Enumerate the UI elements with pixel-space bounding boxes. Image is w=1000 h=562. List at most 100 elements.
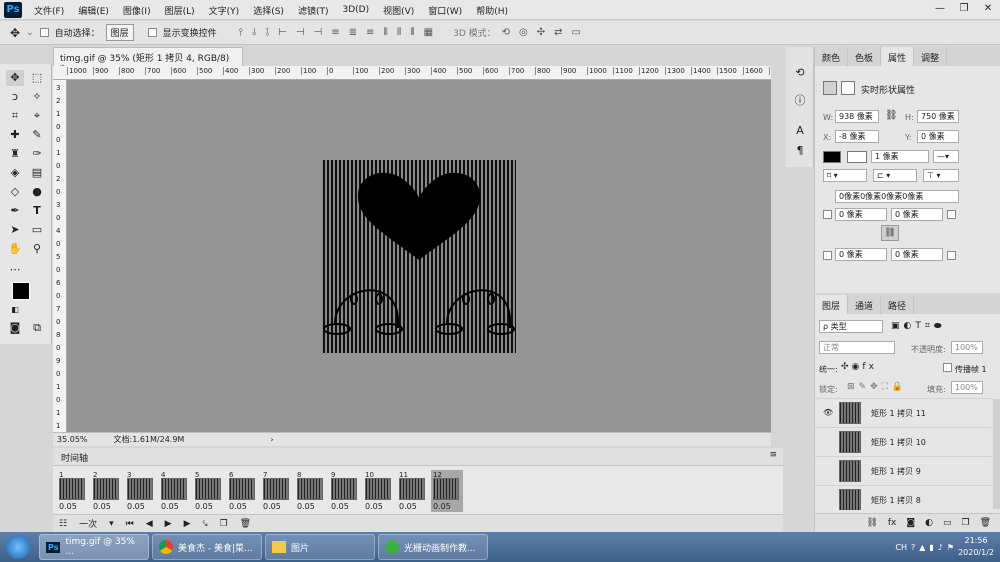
timeline-frame[interactable]: 9 0.05 <box>329 470 361 512</box>
align-edges-select[interactable]: ⌑ ▾ <box>823 169 867 182</box>
history-panel-icon[interactable]: ⟲ <box>791 65 809 81</box>
first-frame-icon[interactable]: ⏮ <box>126 519 134 529</box>
properties-tab[interactable]: 属性 <box>881 47 915 66</box>
frame-duration[interactable]: 0.05 <box>399 502 417 511</box>
next-frame-icon[interactable]: ▶ <box>184 519 191 529</box>
type-tool-icon[interactable]: T <box>28 203 46 219</box>
eye-hidden-icon[interactable] <box>823 437 833 447</box>
menu-item[interactable]: 图层(L) <box>165 4 195 17</box>
adjustment-layer-icon[interactable]: ◐ <box>925 518 933 528</box>
timeline-frame[interactable]: 5 0.05 <box>193 470 225 512</box>
eye-icon[interactable]: 👁 <box>823 408 833 418</box>
menu-item[interactable]: 图像(I) <box>123 4 151 17</box>
menu-item[interactable]: 文字(Y) <box>209 4 240 17</box>
frame-duration[interactable]: 0.05 <box>195 502 213 511</box>
path-select-icon[interactable]: ➤ <box>6 222 24 238</box>
menu-item[interactable]: 滤镜(T) <box>298 4 329 17</box>
new-layer-icon[interactable]: ❐ <box>961 518 969 528</box>
clone-stamp-icon[interactable]: ♜ <box>6 146 24 162</box>
gradient-tool-icon[interactable]: ▤ <box>28 165 46 181</box>
blend-mode-select[interactable]: 正常 <box>819 341 895 354</box>
prev-frame-icon[interactable]: ◀ <box>146 519 153 529</box>
menu-item[interactable]: 帮助(H) <box>476 4 508 17</box>
eye-hidden-icon[interactable] <box>823 495 833 505</box>
frame-duration[interactable]: 0.05 <box>161 502 179 511</box>
stroke-color-swatch[interactable] <box>847 151 867 163</box>
properties-tab[interactable]: 颜色 <box>815 47 849 66</box>
timeline-frame[interactable]: 10 0.05 <box>363 470 395 512</box>
minimize-button[interactable]: — <box>928 0 952 18</box>
frame-duration[interactable]: 0.05 <box>297 502 315 511</box>
duplicate-frame-icon[interactable]: ❐ <box>220 519 228 529</box>
foreground-color-swatch[interactable] <box>12 282 30 300</box>
unify-icons[interactable]: ✣◉fx <box>841 362 877 372</box>
move-tool-icon[interactable]: ✥ <box>10 26 20 40</box>
timeline-frame[interactable]: 4 0.05 <box>159 470 191 512</box>
document-tab[interactable]: timg.gif @ 35% (矩形 1 拷贝 4, RGB/8) * × <box>53 47 243 74</box>
new-group-icon[interactable]: ▭ <box>943 518 952 528</box>
frame-duration[interactable]: 0.05 <box>365 502 383 511</box>
marquee-tool-icon[interactable]: ⬚ <box>28 70 46 86</box>
network-icon[interactable]: ▮ <box>929 543 933 552</box>
info-panel-icon[interactable]: ⓘ <box>791 93 809 109</box>
timeline-title[interactable]: 时间轴 <box>61 454 88 464</box>
fx-icon[interactable]: fx <box>888 518 897 528</box>
menu-item[interactable]: 窗口(W) <box>428 4 462 17</box>
layers-scrollbar[interactable] <box>993 399 1000 509</box>
show-transform-checkbox[interactable] <box>147 28 157 37</box>
loop-dropdown-icon[interactable]: ▾ <box>109 519 114 529</box>
layer-row[interactable]: 矩形 1 拷贝 10 <box>815 427 991 455</box>
brush-tool-icon[interactable]: ✎ <box>28 127 46 143</box>
timeline-frame[interactable]: 8 0.05 <box>295 470 327 512</box>
start-button[interactable] <box>0 532 36 562</box>
move-tool-icon[interactable]: ✥ <box>6 70 24 86</box>
volume-icon[interactable]: ♪ <box>938 543 943 552</box>
fill-field[interactable]: 100% <box>951 381 983 394</box>
taskbar-photoshop[interactable]: Ps timg.gif @ 35% ... <box>39 534 149 560</box>
lang-indicator[interactable]: CH <box>895 543 907 552</box>
corner-tl-field[interactable]: 0 像素 <box>835 208 887 221</box>
frame-duration[interactable]: 0.05 <box>127 502 145 511</box>
height-field[interactable]: 750 像素 <box>917 110 959 123</box>
menu-item[interactable]: 3D(D) <box>342 5 369 15</box>
blur-tool-icon[interactable]: ◇ <box>6 184 24 200</box>
menu-item[interactable]: 选择(S) <box>253 4 284 17</box>
properties-tab[interactable]: 调整 <box>914 47 948 66</box>
add-mask-icon[interactable]: ◙ <box>906 518 915 528</box>
link-radius-icon[interactable]: ⛓ <box>881 225 899 241</box>
frame-duration[interactable]: 0.05 <box>433 502 451 511</box>
corner-tr-field[interactable]: 0 像素 <box>891 208 943 221</box>
taskbar-app[interactable]: 光栅动画制作教... <box>378 534 488 560</box>
canvas-area[interactable] <box>67 80 771 432</box>
hand-tool-icon[interactable]: ✋ <box>6 241 24 257</box>
timeline-menu-icon[interactable]: ≡ <box>769 450 777 460</box>
delete-layer-icon[interactable]: 🗑 <box>980 518 991 528</box>
eraser-tool-icon[interactable]: ◈ <box>6 165 24 181</box>
propagate-checkbox[interactable] <box>943 363 952 372</box>
timeline-frame[interactable]: 11 0.05 <box>397 470 429 512</box>
auto-select-checkbox[interactable] <box>39 28 49 37</box>
menu-item[interactable]: 编辑(E) <box>78 4 109 17</box>
width-field[interactable]: 938 像素 <box>835 110 879 123</box>
stroke-width-field[interactable]: 1 像素 <box>871 150 929 163</box>
timeline-frame[interactable]: 2 0.05 <box>91 470 123 512</box>
mode-3d-icons[interactable]: ⟲ ◎ ✣ ⇄ ▭ <box>502 27 581 38</box>
stroke-type-select[interactable]: —▾ <box>933 150 959 163</box>
play-icon[interactable]: ▶ <box>165 519 172 529</box>
history-brush-icon[interactable]: ✑ <box>28 146 46 162</box>
align-icons[interactable]: ⫯ ⫰ ⫱ ⊢ ⊣ ⊣ ≡ ≣ ≡ ⦀ ⦀ ⦀ ▦ <box>239 27 433 38</box>
timeline-frame[interactable]: 3 0.05 <box>125 470 157 512</box>
taskbar-folder[interactable]: 图片 <box>265 534 375 560</box>
loop-select[interactable]: 一次 <box>79 517 97 530</box>
timeline-frame[interactable]: 7 0.05 <box>261 470 293 512</box>
timeline-frame[interactable]: 1 0.05 <box>57 470 89 512</box>
layers-tab[interactable]: 通道 <box>848 295 882 314</box>
timeline-frame[interactable]: 6 0.05 <box>227 470 259 512</box>
frame-duration[interactable]: 0.05 <box>59 502 77 511</box>
link-layers-icon[interactable]: ⛓ <box>866 518 877 528</box>
layer-filter-icons[interactable]: ▣◐T⌗⬬ <box>891 321 946 331</box>
tween-icon[interactable]: ⤥ <box>203 519 208 529</box>
opacity-field[interactable]: 100% <box>951 341 983 354</box>
eyedropper-icon[interactable]: ⌖ <box>28 108 46 124</box>
quick-mask-icon[interactable]: ◙ <box>6 320 24 336</box>
